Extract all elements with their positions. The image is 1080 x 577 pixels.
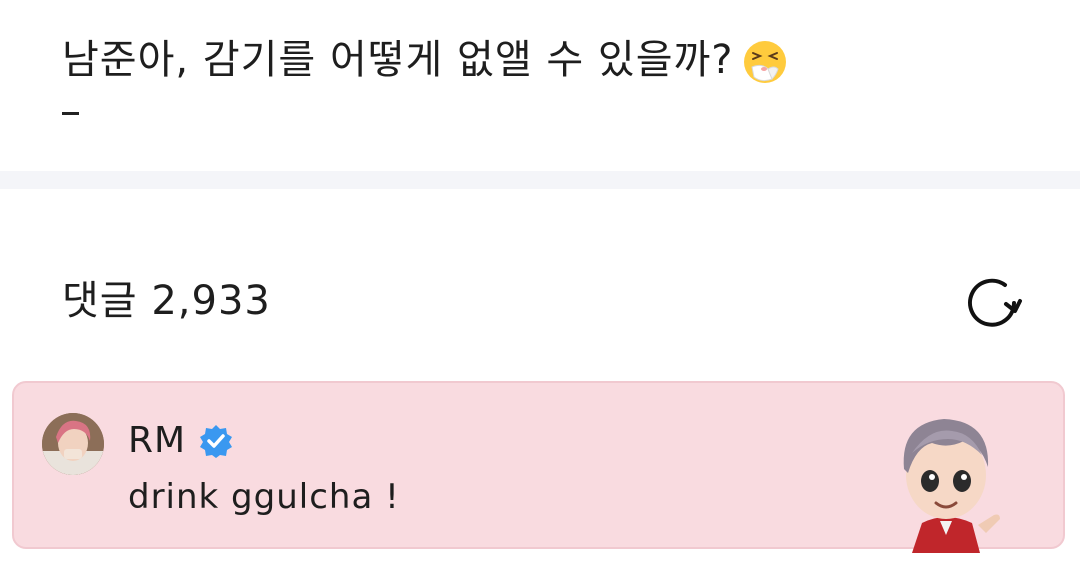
avatar-image bbox=[42, 413, 104, 475]
comments-header: 댓글 2,933 bbox=[0, 189, 1080, 379]
verified-badge-icon bbox=[200, 425, 233, 458]
comment-author-row: RM bbox=[128, 419, 234, 463]
character-sticker bbox=[903, 419, 1000, 553]
avatar[interactable] bbox=[42, 413, 104, 475]
comment-author-name[interactable]: RM bbox=[128, 419, 186, 463]
comments-label: 댓글 bbox=[62, 278, 138, 324]
comments-count-label: 댓글 2,933 bbox=[62, 277, 271, 325]
post-question: 남준아, 감기를 어떻게 없앨 수 있을까? bbox=[62, 30, 788, 90]
comment-text: drink ggulcha ! bbox=[128, 477, 400, 517]
refresh-icon bbox=[968, 278, 1022, 327]
post-question-text: 남준아, 감기를 어떻게 없앨 수 있을까? bbox=[62, 37, 734, 83]
section-divider bbox=[0, 171, 1080, 189]
sneezing-face-icon bbox=[743, 41, 786, 83]
refresh-button[interactable] bbox=[958, 274, 1028, 332]
post-body: 남준아, 감기를 어떻게 없앨 수 있을까? bbox=[0, 0, 1080, 171]
featured-comment-card[interactable]: RM drink ggulcha ! bbox=[12, 381, 1065, 553]
post-dash-divider bbox=[62, 112, 79, 115]
comments-count: 2,933 bbox=[151, 278, 271, 324]
